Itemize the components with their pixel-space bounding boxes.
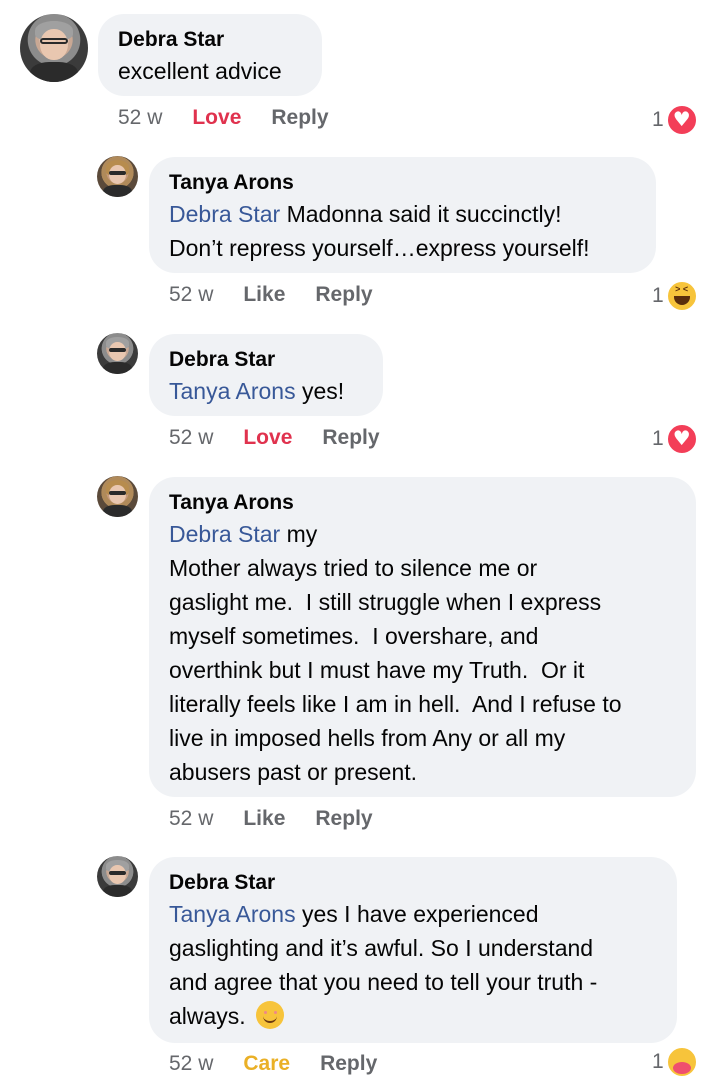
avatar[interactable] — [97, 856, 138, 897]
reaction-summary[interactable]: 1 — [652, 104, 698, 136]
comment-text: my Mother always tried to silence me or … — [169, 521, 622, 785]
comment-text: yes! — [295, 378, 345, 404]
comment-bubble: Debra Star excellent advice — [98, 14, 322, 96]
mention-link[interactable]: Debra Star — [169, 521, 280, 547]
comment-author[interactable]: Tanya Arons — [169, 169, 636, 197]
comment-timestamp[interactable]: 52 w — [169, 807, 213, 831]
like-button[interactable]: Like — [243, 283, 285, 307]
heart-icon — [665, 104, 698, 136]
comment-actions: 52 w Like Reply — [169, 807, 403, 831]
reply-button[interactable]: Reply — [315, 807, 372, 831]
avatar[interactable] — [20, 14, 88, 82]
comment-timestamp[interactable]: 52 w — [118, 106, 162, 130]
reaction-count: 1 — [652, 284, 664, 307]
comment-bubble: Debra Star Tanya Arons yes I have experi… — [149, 857, 677, 1043]
reaction-summary[interactable]: 1 — [652, 1046, 698, 1078]
comment-bubble: Tanya Arons Debra Star Madonna said it s… — [149, 157, 656, 273]
like-button[interactable]: Like — [243, 807, 285, 831]
comment-timestamp[interactable]: 52 w — [169, 1052, 213, 1076]
comment-author[interactable]: Debra Star — [169, 869, 657, 897]
mention-link[interactable]: Tanya Arons — [169, 378, 296, 404]
reaction-count: 1 — [652, 1050, 664, 1073]
love-button[interactable]: Love — [243, 426, 292, 450]
reaction-summary[interactable]: 1 — [652, 423, 698, 455]
comment-timestamp[interactable]: 52 w — [169, 426, 213, 450]
avatar[interactable] — [97, 476, 138, 517]
comment-author[interactable]: Debra Star — [169, 346, 363, 374]
comment-timestamp[interactable]: 52 w — [169, 283, 213, 307]
mention-link[interactable]: Tanya Arons — [169, 901, 296, 927]
reply-button[interactable]: Reply — [315, 283, 372, 307]
mention-link[interactable]: Debra Star — [169, 201, 280, 227]
reaction-summary[interactable]: 1 — [652, 280, 698, 312]
reply-button[interactable]: Reply — [320, 1052, 377, 1076]
comment-actions: 52 w Care Reply — [169, 1052, 407, 1076]
avatar[interactable] — [97, 333, 138, 374]
comment-bubble: Tanya Arons Debra Star my Mother always … — [149, 477, 696, 797]
reply-button[interactable]: Reply — [322, 426, 379, 450]
comment-author[interactable]: Debra Star — [118, 26, 302, 54]
comment-actions: 52 w Love Reply — [169, 426, 410, 450]
comment-author[interactable]: Tanya Arons — [169, 489, 676, 517]
comment-actions: 52 w Love Reply — [118, 106, 359, 130]
haha-icon — [665, 280, 698, 312]
comment-text: excellent advice — [118, 58, 282, 84]
comment-actions: 52 w Like Reply — [169, 283, 403, 307]
love-button[interactable]: Love — [192, 106, 241, 130]
avatar[interactable] — [97, 156, 138, 197]
care-icon — [665, 1046, 698, 1078]
heart-icon — [665, 423, 698, 455]
comment-bubble: Debra Star Tanya Arons yes! — [149, 334, 383, 416]
reaction-count: 1 — [652, 427, 664, 450]
reply-button[interactable]: Reply — [271, 106, 328, 130]
care-button[interactable]: Care — [243, 1052, 290, 1076]
reaction-count: 1 — [652, 108, 664, 131]
smiling-face-icon — [256, 1001, 285, 1029]
